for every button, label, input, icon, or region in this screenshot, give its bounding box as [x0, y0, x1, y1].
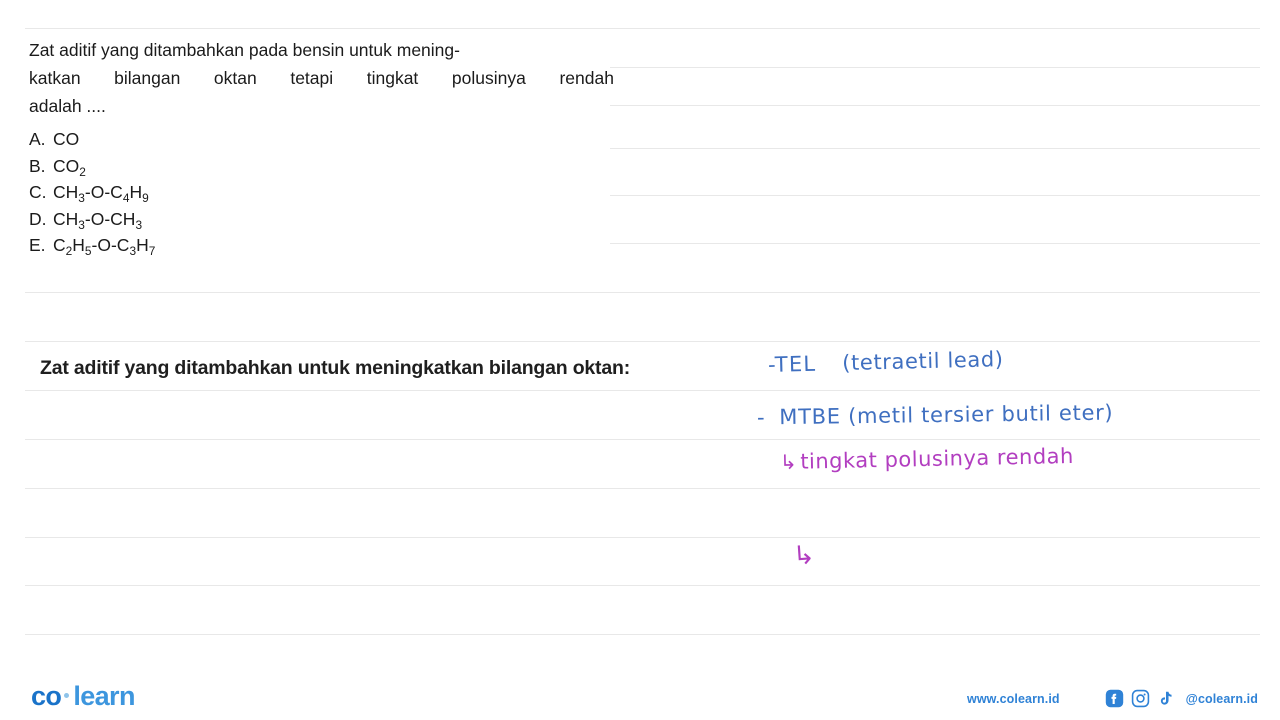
handwritten-mtbe-label: MTBE: [779, 404, 841, 430]
option-e[interactable]: E. C2H5-O-C3H7: [29, 232, 155, 259]
option-label: E.: [29, 235, 46, 255]
ruled-line: [610, 195, 1260, 196]
option-label: C.: [29, 182, 47, 202]
ruled-line: [25, 390, 1260, 391]
option-c[interactable]: C. CH3-O-C4H9: [29, 179, 155, 206]
ruled-line: [610, 148, 1260, 149]
ruled-line: [25, 634, 1260, 635]
option-d[interactable]: D. CH3-O-CH3: [29, 206, 155, 233]
tiktok-icon[interactable]: [1157, 689, 1174, 708]
handwritten-tel-expansion: (tetraetil lead): [841, 347, 1004, 376]
question-word: katkan: [29, 68, 81, 88]
handwritten-polusi: ↳ tingkat polusinya rendah: [780, 444, 1074, 474]
option-formula: C2H5-O-C3H7: [53, 235, 156, 258]
ruled-line: [25, 585, 1260, 586]
ruled-line: [25, 292, 1260, 293]
option-label: B.: [29, 155, 46, 176]
handwritten-mtbe: - MTBE (metil tersier butil eter): [757, 401, 1114, 430]
question-word: tetapi: [290, 68, 334, 88]
handwritten-mtbe-expansion: (metil tersier butil eter): [847, 400, 1114, 429]
question-word: oktan: [213, 68, 257, 88]
social-handle[interactable]: @colearn.id: [1186, 692, 1258, 706]
question-word: rendah: [559, 68, 614, 88]
ruled-line: [610, 105, 1260, 106]
handwritten-dash: -: [756, 405, 766, 430]
ruled-line: [25, 439, 1260, 440]
option-a[interactable]: A. CO: [29, 126, 155, 153]
handwritten-tel: -TEL (tetraetil lead): [768, 347, 1004, 377]
worksheet-page: Zat aditif yang ditambahkan pada bensin …: [0, 0, 1280, 720]
option-label: A.: [29, 129, 46, 149]
option-b[interactable]: B. CO2: [29, 153, 155, 180]
colearn-logo[interactable]: co learn: [31, 681, 135, 712]
handwritten-polusi-text: tingkat polusinya rendah: [800, 443, 1075, 474]
ruled-line: [25, 341, 1260, 342]
question-line-3: adalah ....: [29, 96, 106, 116]
option-label: D.: [29, 208, 47, 229]
question-word: tingkat: [366, 68, 419, 88]
social-icon-group: [1105, 689, 1174, 708]
question-word: polusinya: [451, 68, 526, 88]
facebook-icon[interactable]: [1105, 689, 1124, 708]
arrow-icon: ↳: [779, 449, 798, 475]
logo-co: co: [31, 681, 62, 711]
question-line-2: katkan bilangan oktan tetapi tingkat pol…: [29, 64, 614, 92]
ruled-line: [25, 488, 1260, 489]
answer-options: A. CO B. CO2 C. CH3-O-C4H9 D. CH3-O-CH3 E. C2…: [29, 126, 155, 259]
question-text: Zat aditif yang ditambahkan pada bensin …: [29, 36, 614, 120]
ruled-line: [610, 243, 1260, 244]
footer-links: www.colearn.id @colearn.id: [967, 689, 1258, 708]
handwritten-tel-label: -TEL: [767, 351, 817, 377]
logo-dot-icon: [64, 692, 70, 698]
option-formula: CH3-O-CH3: [53, 208, 143, 232]
question-word: bilangan: [114, 68, 181, 88]
solution-prompt: Zat aditif yang ditambahkan untuk mening…: [40, 357, 631, 379]
handwritten-mark: ↳: [791, 540, 816, 572]
question-line-1: Zat aditif yang ditambahkan pada bensin …: [29, 40, 460, 60]
logo-learn: learn: [73, 681, 135, 711]
ruled-line: [25, 537, 1260, 538]
instagram-icon[interactable]: [1131, 689, 1150, 708]
option-formula: CO2: [53, 155, 86, 179]
website-url[interactable]: www.colearn.id: [967, 692, 1060, 706]
ruled-line: [25, 28, 1260, 29]
option-formula: CH3-O-C4H9: [53, 182, 149, 205]
option-formula: CO: [53, 129, 80, 149]
ruled-line: [610, 67, 1260, 68]
